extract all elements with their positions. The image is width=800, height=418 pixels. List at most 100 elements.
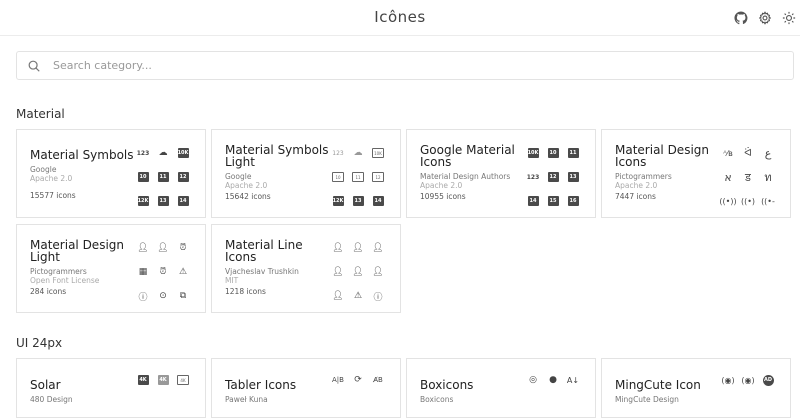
card-count: 1218 icons bbox=[225, 287, 266, 296]
icon-set-card[interactable]: Material Design Icons Pictogrammers Apac… bbox=[601, 129, 791, 218]
alert-octagon-icon: ⊙ bbox=[159, 291, 167, 301]
ab-off-icon: A̸B bbox=[373, 376, 383, 384]
broadcast-icon: (◉) bbox=[721, 375, 735, 385]
account-icon: 👤︎ bbox=[137, 243, 149, 253]
icon-set-card[interactable]: Material Design Light Pictogrammers Open… bbox=[16, 224, 206, 313]
account-remove-icon: 👤︎ bbox=[352, 267, 364, 277]
icon-set-card[interactable]: Boxicons Boxicons ◎ ● A↓ bbox=[406, 358, 596, 418]
abacus-icon: ᐛ bbox=[744, 147, 752, 159]
search-input[interactable] bbox=[51, 58, 793, 73]
card-author: Vjacheslav Trushkin bbox=[225, 267, 299, 276]
icon-preview-grid: 👤︎ 👤︎ 👤︎ 👤︎ 👤︎ 👤︎ 👤︎ ⚠︎ ⓘ bbox=[328, 241, 388, 303]
icon-preview-grid: 👤︎ 👤︎ ⏰︎ ▦ ⏰︎ ⚠︎ ⓘ ⊙ ⧉ bbox=[133, 241, 193, 303]
account-alert-left-icon: 👤︎ bbox=[332, 267, 344, 277]
icon-preview-grid: ᴬ⁄ʙ ᐛ ع א ड ท ((•)) ((•) ((•- bbox=[718, 146, 778, 208]
card-name: MingCute Icon bbox=[615, 378, 701, 392]
icon-preview-grid: ◎ ● A↓ bbox=[523, 373, 583, 387]
10k-icon: 10K bbox=[527, 148, 539, 158]
card-license: Apache 2.0 bbox=[615, 181, 658, 190]
search-icon bbox=[28, 60, 40, 72]
alert-icon: ⚠︎ bbox=[353, 291, 363, 301]
icon-preview-grid: 4K 4K 4K bbox=[133, 373, 193, 387]
numbers-icon: 123 bbox=[526, 173, 540, 181]
icon-preview-grid: (◉) (◉) AD bbox=[718, 373, 778, 387]
card-count: 10955 icons bbox=[420, 192, 466, 201]
icon-set-card[interactable]: Material Symbols Google Apache 2.0 15577… bbox=[16, 129, 206, 218]
cloud-sync-icon: ☁ bbox=[158, 148, 168, 158]
icon-set-card[interactable]: Material Symbols Light Google Apache 2.0… bbox=[211, 129, 401, 218]
person-icon: 👤︎ bbox=[332, 291, 344, 301]
11mp-icon: 11 bbox=[563, 146, 583, 160]
card-name: Solar bbox=[30, 378, 61, 392]
4k-icon: 4K bbox=[137, 375, 149, 385]
12mp-icon: 12 bbox=[173, 170, 193, 184]
top-bar: Icônes bbox=[0, 0, 800, 36]
account-alert-icon: 👤︎ bbox=[157, 243, 169, 253]
card-name: Boxicons bbox=[420, 378, 474, 392]
card-name: Material Design Light bbox=[30, 238, 124, 264]
calendar-grid-icon: ▦ bbox=[138, 267, 148, 277]
10mp-icon: 10 bbox=[133, 170, 153, 184]
card-count: 15577 icons bbox=[30, 191, 76, 200]
10mp-icon: 10 bbox=[543, 146, 563, 160]
account-minus-icon: 👤︎ bbox=[372, 267, 384, 277]
account-plus-icon: 👤︎ bbox=[352, 243, 364, 253]
12mp-icon: 12 bbox=[543, 170, 563, 184]
section-title-material: Material bbox=[16, 107, 65, 121]
icon-set-card[interactable]: Solar 480 Design 4K 4K 4K bbox=[16, 358, 206, 418]
card-author: Pictogrammers bbox=[615, 172, 672, 181]
alert-circle-icon: ⓘ bbox=[373, 292, 383, 303]
sort-az-icon: A↓ bbox=[566, 375, 580, 385]
10mp-icon: 10 bbox=[328, 170, 348, 184]
card-author: Google bbox=[30, 165, 57, 174]
card-license: Apache 2.0 bbox=[30, 174, 73, 183]
12k-icon: 12K bbox=[137, 196, 149, 206]
10k-icon: 10K bbox=[368, 146, 388, 160]
card-author: Pictogrammers bbox=[30, 267, 87, 276]
4k-outline-icon: 4K bbox=[173, 373, 193, 387]
ab-icon: A|B bbox=[332, 376, 344, 384]
card-count: 284 icons bbox=[30, 287, 67, 296]
access-point-icon: ((•)) bbox=[719, 196, 737, 206]
card-count: 15642 icons bbox=[225, 192, 271, 201]
11mp-icon: 11 bbox=[348, 170, 368, 184]
14mp-icon: 14 bbox=[173, 194, 193, 208]
10k-icon: 10K bbox=[177, 148, 189, 158]
12mp-icon: 12 bbox=[368, 170, 388, 184]
cloud-sync-icon: ☁ bbox=[353, 148, 363, 158]
abugida-devanagari-icon: ड bbox=[745, 170, 751, 184]
gear-icon[interactable] bbox=[756, 9, 774, 27]
14mp-icon: 14 bbox=[368, 194, 388, 208]
github-icon[interactable] bbox=[732, 9, 750, 27]
icon-preview-grid: 123 ☁ 10K 10 11 12 12K 13 14 bbox=[328, 146, 388, 208]
card-count: 7447 icons bbox=[615, 192, 656, 201]
icon-set-card[interactable]: Material Line Icons Vjacheslav Trushkin … bbox=[211, 224, 401, 313]
icon-preview-grid: 10K 10 11 123 12 13 14 15 16 bbox=[523, 146, 583, 208]
alert-icon: ⚠︎ bbox=[178, 267, 188, 277]
card-name: Material Symbols bbox=[30, 148, 134, 162]
card-license: Open Font License bbox=[30, 276, 100, 285]
search-bar[interactable] bbox=[16, 51, 794, 80]
13mp-icon: 13 bbox=[153, 194, 173, 208]
card-license: Apache 2.0 bbox=[225, 181, 268, 190]
13mp-icon: 13 bbox=[563, 170, 583, 184]
4k-bold-icon: 4K bbox=[157, 375, 169, 385]
icon-set-card[interactable]: MingCute Icon MingCute Design (◉) (◉) AD bbox=[601, 358, 791, 418]
sun-icon[interactable] bbox=[780, 9, 798, 27]
card-license: MIT bbox=[225, 276, 239, 285]
icon-set-card[interactable]: Google Material Icons Material Design Au… bbox=[406, 129, 596, 218]
at-circle-icon: ◎ bbox=[529, 375, 537, 385]
abjad-hebrew-icon: א bbox=[724, 170, 732, 184]
card-name: Material Design Icons bbox=[615, 143, 709, 169]
icon-preview-grid: 123 ☁ 10K 10 11 12 12K 13 14 bbox=[133, 146, 193, 208]
numbers-icon: 123 bbox=[136, 149, 150, 157]
app-title: Icônes bbox=[374, 8, 426, 26]
account-alert-icon: 👤︎ bbox=[372, 243, 384, 253]
alarm-off-icon: ⏰︎ bbox=[159, 267, 167, 277]
13mp-icon: 13 bbox=[348, 194, 368, 208]
16mp-icon: 16 bbox=[563, 194, 583, 208]
alarm-icon: ⏰︎ bbox=[179, 243, 187, 253]
icon-set-card[interactable]: Tabler Icons Paweł Kuna A|B ⟳ A̸B bbox=[211, 358, 401, 418]
card-author: Google bbox=[225, 172, 252, 181]
broadcast-fill-icon: (◉) bbox=[741, 375, 755, 385]
